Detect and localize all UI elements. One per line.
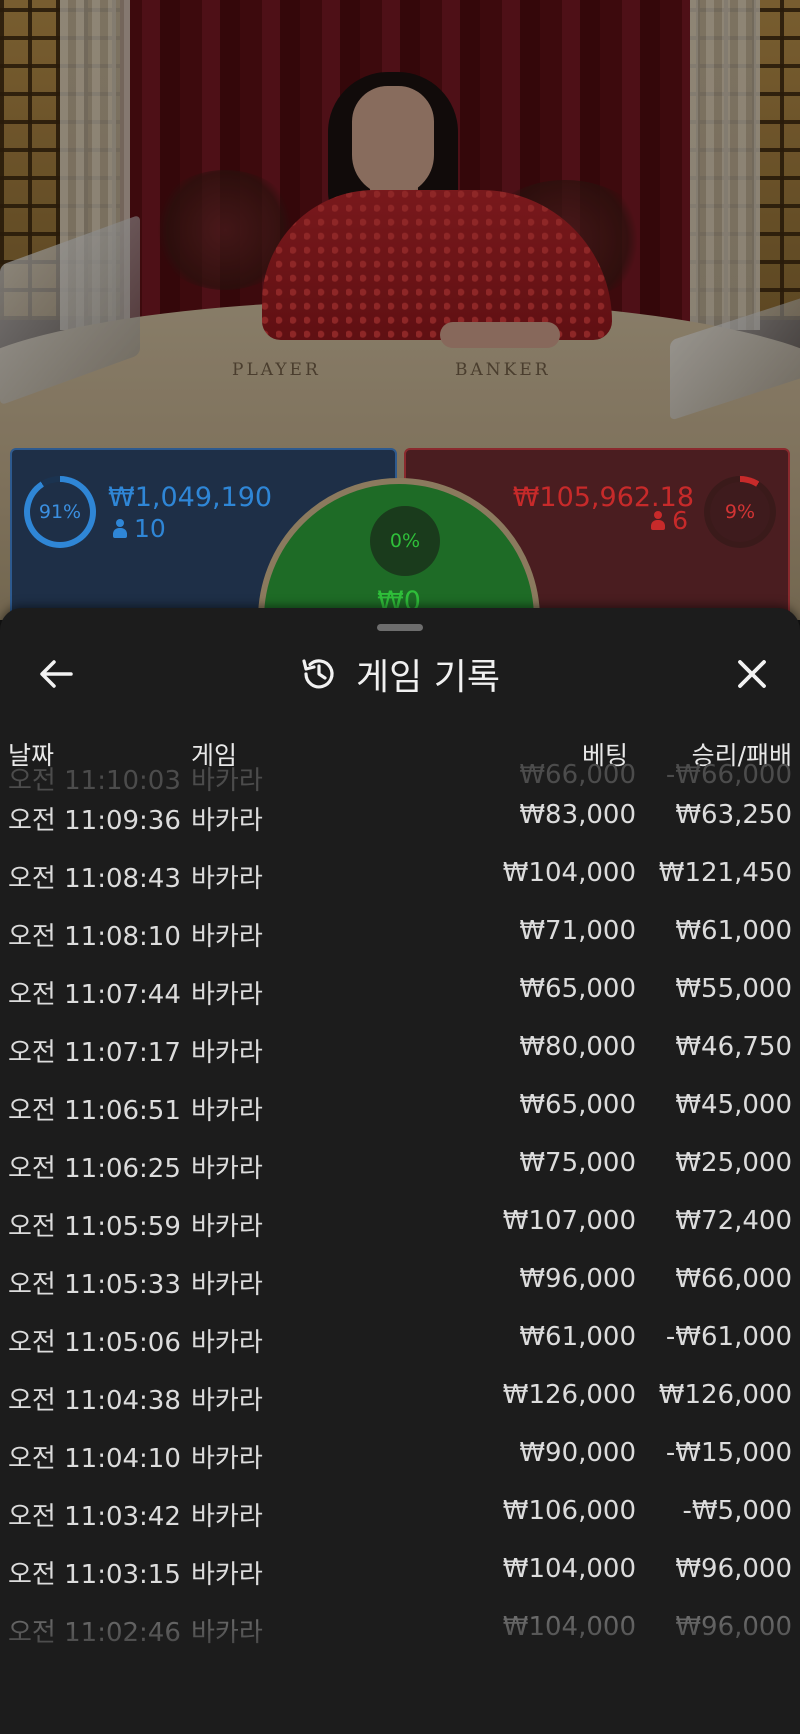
history-row[interactable]: 오전 11:05:33 바카라 ₩96,000 ₩66,000	[0, 1250, 800, 1308]
row-result: ₩96,000	[675, 1554, 792, 1584]
row-result: ₩96,000	[675, 1612, 792, 1642]
row-game: 바카라	[191, 1270, 263, 1300]
row-result: -₩5,000	[682, 1496, 792, 1526]
player-percent-ring: 91%	[24, 476, 96, 548]
row-result: ₩55,000	[675, 974, 792, 1004]
row-bet: ₩75,000	[519, 1148, 636, 1178]
row-game: 바카라	[191, 1618, 263, 1648]
history-row[interactable]: 오전 11:02:46 바카라 ₩104,000 ₩96,000	[0, 1598, 800, 1656]
history-row[interactable]: 오전 11:08:10 바카라 ₩71,000 ₩61,000	[0, 902, 800, 960]
sheet-header: 게임 기록	[0, 652, 800, 698]
row-date: 오전 11:02:46	[8, 1618, 181, 1648]
row-game: 바카라	[191, 980, 263, 1010]
history-row[interactable]: 오전 11:05:06 바카라 ₩61,000 -₩61,000	[0, 1308, 800, 1366]
row-result: ₩25,000	[675, 1148, 792, 1178]
row-result: ₩66,000	[675, 1264, 792, 1294]
row-game: 바카라	[191, 1560, 263, 1590]
sheet-drag-handle[interactable]	[377, 624, 423, 631]
row-result: ₩72,400	[675, 1206, 792, 1236]
player-bet-total: ₩1,049,190	[108, 482, 273, 513]
row-bet: ₩107,000	[502, 1206, 636, 1236]
row-game: 바카라	[191, 1096, 263, 1126]
sheet-title: 게임 기록	[356, 657, 500, 698]
banker-percent: 9%	[710, 482, 770, 542]
row-result: ₩61,000	[675, 916, 792, 946]
row-date: 오전 11:03:42	[8, 1502, 181, 1532]
row-bet: ₩106,000	[502, 1496, 636, 1526]
row-date: 오전 11:07:44	[8, 980, 181, 1010]
banker-bettor-count-value: 6	[672, 506, 688, 535]
player-bettor-count-value: 10	[134, 514, 166, 543]
close-icon	[738, 660, 766, 688]
row-bet: ₩90,000	[519, 1438, 636, 1468]
player-bettor-count: 10	[112, 514, 166, 543]
history-row[interactable]: 오전 11:08:43 바카라 ₩104,000 ₩121,450	[0, 844, 800, 902]
row-game: 바카라	[191, 922, 263, 952]
history-row[interactable]: 오전 11:07:44 바카라 ₩65,000 ₩55,000	[0, 960, 800, 1018]
tie-percent: 0%	[370, 506, 440, 576]
row-date: 오전 11:03:15	[8, 1560, 181, 1590]
row-date: 오전 11:05:06	[8, 1328, 181, 1358]
row-result: ₩121,450	[658, 858, 792, 888]
row-date: 오전 11:09:36	[8, 806, 181, 836]
row-date: 오전 11:04:38	[8, 1386, 181, 1416]
row-bet: ₩61,000	[519, 1322, 636, 1352]
row-game: 바카라	[191, 1154, 263, 1184]
row-game: 바카라	[191, 1212, 263, 1242]
row-bet: ₩104,000	[502, 858, 636, 888]
player-percent: 91%	[30, 482, 90, 542]
row-date: 오전 11:07:17	[8, 1038, 181, 1068]
history-row[interactable]: 오전 11:07:17 바카라 ₩80,000 ₩46,750	[0, 1018, 800, 1076]
history-clock-icon	[302, 659, 334, 689]
row-bet: ₩126,000	[502, 1380, 636, 1410]
row-bet: ₩65,000	[519, 1090, 636, 1120]
row-date: 오전 11:08:10	[8, 922, 181, 952]
history-row[interactable]: 오전 11:05:59 바카라 ₩107,000 ₩72,400	[0, 1192, 800, 1250]
row-game: 바카라	[191, 806, 263, 836]
row-bet: ₩83,000	[519, 800, 636, 830]
row-result: -₩61,000	[665, 1322, 792, 1352]
row-bet: ₩80,000	[519, 1032, 636, 1062]
row-date: 오전 11:05:33	[8, 1270, 181, 1300]
row-result: ₩126,000	[658, 1380, 792, 1410]
history-row[interactable]: 오전 11:06:25 바카라 ₩75,000 ₩25,000	[0, 1134, 800, 1192]
row-game: 바카라	[191, 1328, 263, 1358]
row-game: 바카라	[191, 1038, 263, 1068]
row-game: 바카라	[191, 864, 263, 894]
history-row[interactable]: 오전 11:10:03 바카라 ₩66,000 -₩66,000	[0, 756, 800, 796]
row-game: 바카라	[191, 1444, 263, 1474]
row-date: 오전 11:06:51	[8, 1096, 181, 1126]
row-result: ₩46,750	[675, 1032, 792, 1062]
history-row[interactable]: 오전 11:03:15 바카라 ₩104,000 ₩96,000	[0, 1540, 800, 1598]
history-row[interactable]: 오전 11:06:51 바카라 ₩65,000 ₩45,000	[0, 1076, 800, 1134]
row-game: 바카라	[191, 1386, 263, 1416]
history-row[interactable]: 오전 11:04:10 바카라 ₩90,000 -₩15,000	[0, 1424, 800, 1482]
row-result: -₩15,000	[665, 1438, 792, 1468]
history-row[interactable]: 오전 11:09:36 바카라 ₩83,000 ₩63,250	[0, 786, 800, 844]
close-button[interactable]	[730, 652, 774, 696]
history-row[interactable]: 오전 11:04:38 바카라 ₩126,000 ₩126,000	[0, 1366, 800, 1424]
banker-bettor-count: 6	[650, 506, 688, 535]
person-icon	[650, 510, 666, 531]
row-game: 바카라	[191, 1502, 263, 1532]
row-date: 오전 11:04:10	[8, 1444, 181, 1474]
game-history-sheet: 게임 기록 날짜 게임 베팅 승리/패배 오전 11:10:03 바카라 ₩66…	[0, 608, 800, 1734]
row-result: ₩63,250	[675, 800, 792, 830]
row-bet: ₩65,000	[519, 974, 636, 1004]
person-icon	[112, 518, 128, 539]
row-result: ₩45,000	[675, 1090, 792, 1120]
row-date: 오전 11:06:25	[8, 1154, 181, 1184]
row-date: 오전 11:08:43	[8, 864, 181, 894]
row-bet: ₩96,000	[519, 1264, 636, 1294]
banker-percent-ring: 9%	[704, 476, 776, 548]
row-bet: ₩71,000	[519, 916, 636, 946]
row-bet: ₩104,000	[502, 1554, 636, 1584]
history-row[interactable]: 오전 11:03:42 바카라 ₩106,000 -₩5,000	[0, 1482, 800, 1540]
history-list[interactable]: 오전 11:10:03 바카라 ₩66,000 -₩66,000 오전 11:0…	[0, 760, 800, 1656]
row-bet: ₩104,000	[502, 1612, 636, 1642]
row-date: 오전 11:05:59	[8, 1212, 181, 1242]
